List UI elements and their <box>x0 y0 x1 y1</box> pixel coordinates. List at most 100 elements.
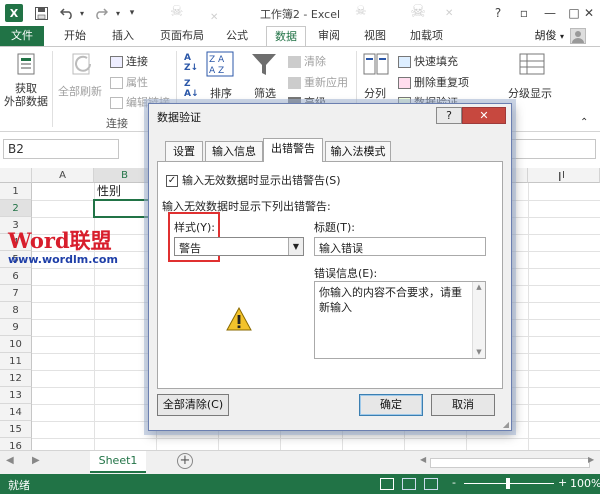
tab-input-message[interactable]: 输入信息 <box>205 141 263 161</box>
tab-page-layout[interactable]: 页面布局 <box>160 26 204 46</box>
reapply-button[interactable]: 重新应用 <box>288 74 348 90</box>
connections-label: 连接 <box>126 55 148 68</box>
svg-text:Z A: Z A <box>209 55 225 65</box>
style-select-value: 警告 <box>179 242 201 255</box>
sort-ascending-button[interactable]: A Z↓ <box>184 53 198 73</box>
hscroll-track[interactable] <box>430 458 590 468</box>
tab-view[interactable]: 视图 <box>364 26 386 46</box>
zoom-level[interactable]: 100% <box>570 477 600 490</box>
ribbon-tabs: 文件 开始 插入 页面布局 公式 数据 审阅 视图 加载项 胡俊 ▾ <box>0 26 600 47</box>
scroll-down-icon[interactable]: ▼ <box>473 347 485 358</box>
message-textarea[interactable]: 你输入的内容不合要求，请重新输入 ▲ ▼ <box>314 281 486 359</box>
view-page-break-icon[interactable] <box>424 478 438 490</box>
row-header[interactable]: 6 <box>0 268 32 285</box>
row-header[interactable]: 11 <box>0 353 32 370</box>
remove-duplicates-button[interactable]: 删除重复项 <box>398 74 469 90</box>
cell-b1[interactable]: 性别 <box>97 183 121 200</box>
column-header[interactable]: A <box>32 168 94 183</box>
status-bar: 就绪 - + 100% <box>0 474 600 494</box>
edit-links-icon <box>110 97 123 109</box>
text-to-columns-icon <box>363 53 389 75</box>
gridline <box>32 438 600 439</box>
tab-ime-mode[interactable]: 输入法模式 <box>325 141 391 161</box>
user-account[interactable]: 胡俊 ▾ <box>534 26 564 46</box>
checkbox-checked-icon: ✓ <box>166 175 178 187</box>
row-header[interactable]: 1 <box>0 183 32 200</box>
clear-label: 清除 <box>304 55 326 68</box>
sort-descending-button[interactable]: Z A↓ <box>184 79 199 99</box>
chevron-down-icon: ▼ <box>288 238 303 255</box>
resize-grip-icon[interactable]: ◢ <box>503 420 509 429</box>
collapse-ribbon-icon[interactable]: ⌃ <box>580 117 588 128</box>
clear-filter-button[interactable]: 清除 <box>288 53 326 69</box>
row-header[interactable]: 15 <box>0 421 32 438</box>
tab-home[interactable]: 开始 <box>64 26 86 46</box>
connections-button[interactable]: 连接 <box>110 53 148 69</box>
properties-button[interactable]: 属性 <box>110 74 148 90</box>
tab-formulas[interactable]: 公式 <box>226 26 248 46</box>
gridline <box>528 183 529 450</box>
tab-error-alert[interactable]: 出错警告 <box>263 138 323 162</box>
textarea-scrollbar[interactable]: ▲ ▼ <box>472 282 485 358</box>
hscroll-right-icon[interactable]: ▶ <box>588 455 594 464</box>
name-box[interactable]: B2 <box>3 139 119 159</box>
row-header[interactable]: 7 <box>0 285 32 302</box>
show-error-checkbox[interactable]: ✓ 输入无效数据时显示出错警告(S) <box>166 172 341 188</box>
properties-icon <box>110 77 123 89</box>
view-normal-icon[interactable] <box>380 478 394 490</box>
decor-bone-icon: ✕ <box>210 12 219 23</box>
help-button[interactable]: ? <box>484 3 512 23</box>
ribbon-display-button[interactable]: ▫ <box>510 3 538 23</box>
style-select[interactable]: 警告 ▼ <box>174 237 304 256</box>
row-header[interactable]: 9 <box>0 319 32 336</box>
ok-button[interactable]: 确定 <box>359 394 423 416</box>
view-page-layout-icon[interactable] <box>402 478 416 490</box>
zoom-in-button[interactable]: + <box>558 476 567 489</box>
outline-button[interactable]: 分级显示 <box>508 51 556 105</box>
tab-insert[interactable]: 插入 <box>112 26 134 46</box>
refresh-all-button[interactable]: 全部刷新 <box>56 49 106 99</box>
column-header[interactable]: I <box>528 168 600 183</box>
filter-button[interactable]: 筛选 <box>246 51 282 105</box>
title-input-value: 输入错误 <box>319 242 363 255</box>
sheet-tab-bar: ◀ ▶ Sheet1 + ◀ ▶ <box>0 450 600 474</box>
select-all-corner[interactable] <box>0 168 32 183</box>
add-sheet-button[interactable]: + <box>177 453 193 469</box>
row-header[interactable]: 13 <box>0 387 32 404</box>
row-header[interactable]: 2 <box>0 200 32 217</box>
get-external-data-button[interactable]: 获取 外部数据 <box>2 49 50 113</box>
scroll-up-icon[interactable]: ▲ <box>473 282 485 293</box>
reapply-label: 重新应用 <box>304 76 348 89</box>
close-window-button[interactable]: ✕ <box>578 3 600 23</box>
zoom-slider-thumb[interactable] <box>506 478 510 489</box>
show-error-label: 输入无效数据时显示出错警告(S) <box>182 174 341 187</box>
column-header[interactable]: B <box>94 168 156 183</box>
row-header[interactable]: 14 <box>0 404 32 421</box>
dialog-help-button[interactable]: ? <box>436 107 462 124</box>
flash-fill-button[interactable]: 快速填充 <box>398 53 458 69</box>
remove-duplicates-label: 删除重复项 <box>414 76 469 89</box>
text-to-columns-button[interactable]: 分列 <box>360 51 392 105</box>
cancel-button[interactable]: 取消 <box>431 394 495 416</box>
filter-label: 筛选 <box>254 87 276 100</box>
tab-file[interactable]: 文件 <box>0 26 44 46</box>
sheet-nav-next-icon[interactable]: ▶ <box>32 455 40 466</box>
hscroll-left-icon[interactable]: ◀ <box>420 455 426 464</box>
zoom-out-button[interactable]: - <box>452 476 456 489</box>
tab-data[interactable]: 数据 <box>266 26 306 47</box>
row-header[interactable]: 8 <box>0 302 32 319</box>
dialog-close-button[interactable]: ✕ <box>462 107 506 124</box>
title-input[interactable]: 输入错误 <box>314 237 486 256</box>
clear-all-button[interactable]: 全部清除(C) <box>157 394 229 416</box>
decor-bone-icon: ✕ <box>445 8 454 19</box>
sheet-tab-sheet1[interactable]: Sheet1 <box>90 451 146 473</box>
user-avatar[interactable] <box>570 28 586 44</box>
tab-settings[interactable]: 设置 <box>165 141 203 161</box>
row-header[interactable]: 10 <box>0 336 32 353</box>
database-icon <box>17 53 35 75</box>
tab-addins[interactable]: 加载项 <box>410 26 443 46</box>
sort-button[interactable]: Z AA Z 排序 <box>204 51 238 105</box>
sheet-nav-prev-icon[interactable]: ◀ <box>6 455 14 466</box>
row-header[interactable]: 12 <box>0 370 32 387</box>
tab-review[interactable]: 审阅 <box>318 26 340 46</box>
